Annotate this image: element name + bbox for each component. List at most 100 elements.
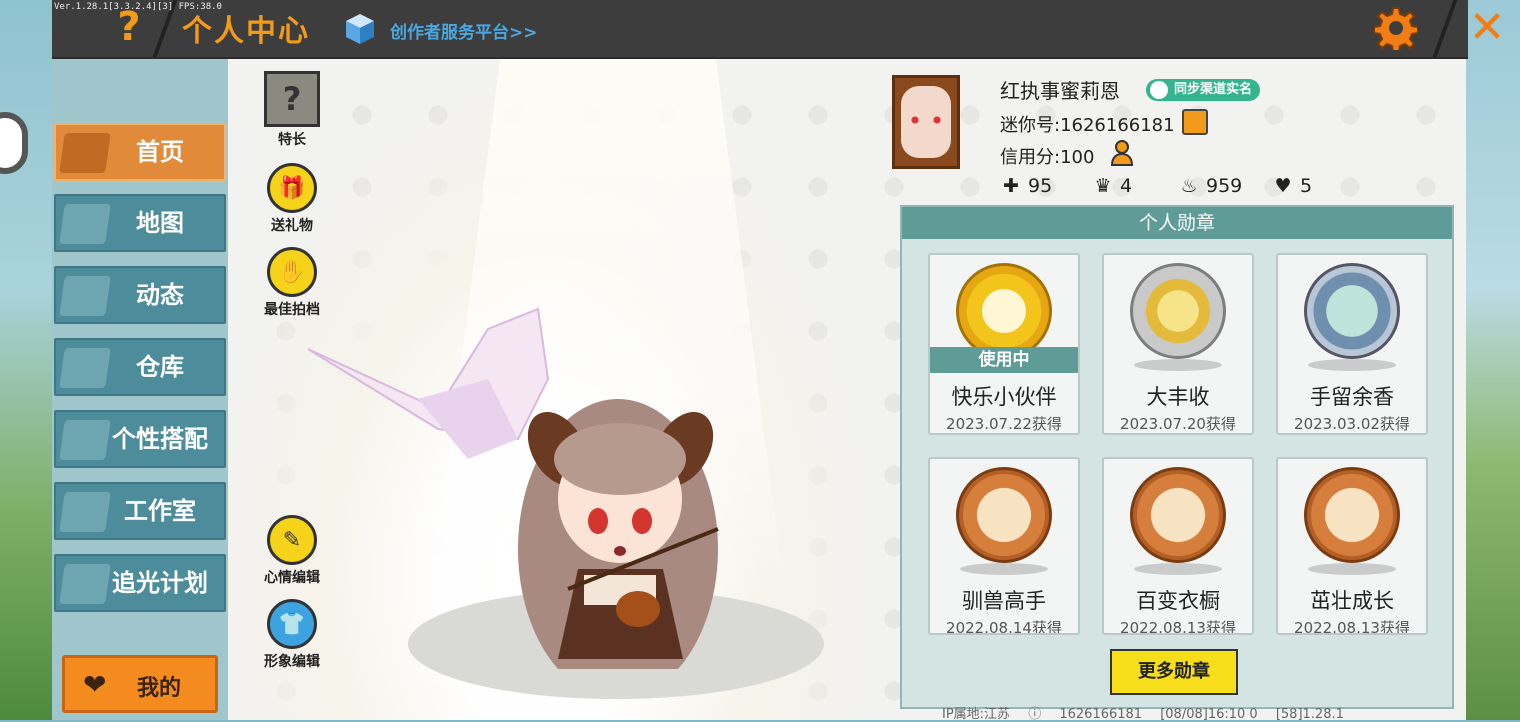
sidebar: 首页 地图 动态 仓库 个性搭配 工作室 追光计划 ❤ 我的 — [52, 59, 228, 720]
avatar[interactable] — [892, 75, 960, 169]
medal-shadow — [960, 563, 1048, 575]
character-avatar[interactable] — [288, 289, 848, 669]
medal-icon — [1304, 263, 1400, 359]
badge-card[interactable]: 百变衣橱 2022.08.13获得 — [1102, 457, 1254, 635]
specialty-label: 特长 — [278, 132, 306, 148]
flame-icon: ♨ — [1180, 175, 1198, 197]
medal-icon — [1130, 467, 1226, 563]
player-name: 红执事蜜莉恩 — [1000, 79, 1120, 103]
badge-date: 2022.08.13获得 — [1294, 619, 1410, 635]
top-bar: ? 个人中心 创作者服务平台>> ✕ — [52, 0, 1505, 59]
medal-icon — [1130, 263, 1226, 359]
badge-card[interactable]: 使用中 快乐小伙伴 2023.07.22获得 — [928, 253, 1080, 435]
mini-id: 迷你号:1626166181 — [1000, 115, 1175, 136]
heat-count: 959 — [1206, 175, 1243, 197]
credit-score: 信用分:100 — [1000, 147, 1095, 168]
medal-shadow — [1308, 563, 1396, 575]
badge-card[interactable]: 大丰收 2023.07.20获得 — [1102, 253, 1254, 435]
more-badges-button[interactable]: 更多勋章 — [1110, 649, 1238, 695]
send-gift-label: 送礼物 — [271, 218, 313, 234]
page-title: 个人中心 — [182, 14, 310, 49]
badge-card[interactable]: 驯兽高手 2022.08.14获得 — [928, 457, 1080, 635]
realname-badge[interactable]: 同步渠道实名 — [1146, 79, 1261, 101]
sidebar-item-label: 工作室 — [124, 497, 196, 525]
avatar-eyes — [911, 116, 941, 124]
sidebar-item-label: 追光计划 — [112, 569, 208, 597]
sidebar-item-studio[interactable]: 工作室 — [54, 482, 226, 540]
sidebar-item-map[interactable]: 地图 — [54, 194, 226, 252]
fans-count: 4 — [1120, 175, 1133, 197]
badge-date: 2023.03.02获得 — [1294, 415, 1410, 433]
medal-icon — [956, 467, 1052, 563]
version-text: Ver.1.28.1[3.3.2.4][3] FPS:38.0 — [54, 2, 222, 12]
edit-pen-icon: ✎ — [267, 515, 317, 565]
badge-date: 2022.08.13获得 — [1120, 619, 1236, 635]
background-left — [0, 0, 54, 720]
mood-edit-button[interactable]: ✎ 心情编辑 — [252, 515, 332, 587]
divider — [1432, 0, 1458, 57]
footer-info: IP属地:江苏 ⓘ 1626166181 [08/08]16:10 0 [58]… — [942, 703, 1358, 722]
specialty-button[interactable]: ? 特长 — [252, 71, 332, 149]
badge-name: 驯兽高手 — [962, 589, 1046, 613]
sidebar-item-warehouse[interactable]: 仓库 — [54, 338, 226, 396]
badge-name: 快乐小伙伴 — [951, 385, 1057, 409]
medal-icon — [956, 263, 1052, 359]
friends-stat: ♥ 5 — [1272, 175, 1312, 197]
medal-shadow — [1134, 359, 1222, 371]
credit-user-icon[interactable] — [1110, 139, 1138, 167]
sidebar-item-activity[interactable]: 动态 — [54, 266, 226, 324]
copy-icon[interactable] — [1182, 109, 1208, 135]
badge-name: 大丰收 — [1146, 385, 1210, 409]
heat-stat: ♨ 959 — [1178, 175, 1242, 197]
gift-icon: 🎁 — [267, 163, 317, 213]
badge-card[interactable]: 手留余香 2023.03.02获得 — [1276, 253, 1428, 435]
in-use-tag: 使用中 — [930, 347, 1078, 373]
badge-date: 2022.08.14获得 — [946, 619, 1062, 635]
best-partner-button[interactable]: ✋ 最佳拍档 — [252, 247, 332, 319]
medal-shadow — [1308, 359, 1396, 371]
shirt-icon: 👕 — [267, 599, 317, 649]
sidebar-item-label: 动态 — [136, 281, 184, 309]
user-verified-icon — [1150, 81, 1168, 99]
handshake-icon: ✋ — [267, 247, 317, 297]
sidebar-item-light-plan[interactable]: 追光计划 — [54, 554, 226, 612]
plus-icon: ✚ — [1003, 175, 1019, 197]
badge-date: 2023.07.20获得 — [1120, 415, 1236, 433]
avatar-edit-label: 形象编辑 — [264, 654, 320, 670]
badges-title: 个人勋章 — [902, 207, 1452, 239]
question-mark-icon: ? — [264, 71, 320, 127]
sidebar-item-home[interactable]: 首页 — [54, 123, 226, 181]
friends-count: 5 — [1300, 175, 1313, 197]
likes-stat: ✚ 95 — [1000, 175, 1052, 197]
sidebar-item-outfit[interactable]: 个性搭配 — [54, 410, 226, 468]
fans-icon: ♛ — [1094, 175, 1112, 197]
close-icon[interactable]: ✕ — [1464, 4, 1510, 52]
background-right — [1466, 0, 1520, 720]
heart-icon: ❤ — [83, 668, 107, 701]
avatar-edit-button[interactable]: 👕 形象编辑 — [252, 599, 332, 671]
mood-edit-label: 心情编辑 — [264, 570, 320, 586]
fans-stat: ♛ 4 — [1092, 175, 1132, 197]
badge-name: 茁壮成长 — [1310, 589, 1394, 613]
badge-card[interactable]: 茁壮成长 2022.08.13获得 — [1276, 457, 1428, 635]
main-panel: ? 特长 🎁 送礼物 ✋ 最佳拍档 ✎ 心情编辑 👕 形象编辑 红执事蜜莉恩 同… — [228, 59, 1466, 722]
hearts-icon: ♥ — [1274, 175, 1292, 197]
badge-name: 手留余香 — [1310, 385, 1394, 409]
camera-button[interactable] — [0, 112, 28, 174]
sidebar-item-label: 首页 — [136, 138, 184, 166]
my-button-label: 我的 — [137, 676, 182, 701]
medal-shadow — [1134, 563, 1222, 575]
badges-panel: 个人勋章 使用中 快乐小伙伴 2023.07.22获得 大丰收 2023.07.… — [900, 205, 1454, 709]
badge-date: 2023.07.22获得 — [946, 415, 1062, 433]
realname-label: 同步渠道实名 — [1174, 82, 1253, 97]
cube-icon — [346, 14, 374, 44]
settings-gear-icon[interactable] — [1374, 6, 1418, 50]
badge-name: 百变衣橱 — [1136, 589, 1220, 613]
creator-platform-link[interactable]: 创作者服务平台>> — [390, 18, 538, 43]
sidebar-item-label: 地图 — [136, 209, 184, 237]
my-button[interactable]: ❤ 我的 — [62, 655, 218, 713]
likes-count: 95 — [1028, 175, 1053, 197]
medal-icon — [1304, 467, 1400, 563]
best-partner-label: 最佳拍档 — [264, 302, 320, 318]
send-gift-button[interactable]: 🎁 送礼物 — [252, 163, 332, 235]
